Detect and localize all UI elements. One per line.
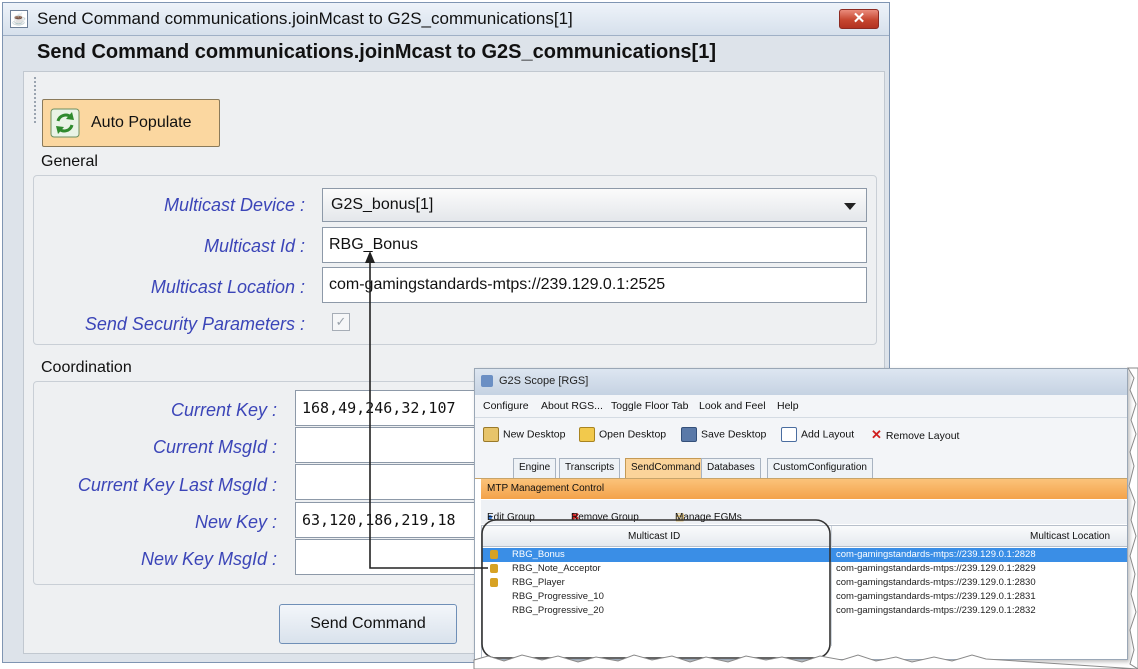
- add-layout-icon: [781, 427, 797, 442]
- multicast-id-field[interactable]: RBG_Bonus: [322, 227, 867, 263]
- send-command-button[interactable]: Send Command: [279, 604, 457, 644]
- table-row[interactable]: RBG_Note_Acceptor com-gamingstandards-mtp…: [482, 562, 1127, 576]
- scope-title: G2S Scope [RGS]: [499, 375, 589, 387]
- current-key-field[interactable]: 168,49,246,32,107: [295, 390, 475, 426]
- menu-about[interactable]: About RGS...: [541, 400, 603, 412]
- current-msgid-field[interactable]: [295, 427, 475, 463]
- table-header: Multicast ID Multicast Location: [482, 526, 1127, 547]
- app-icon: [481, 375, 493, 387]
- tab-databases[interactable]: Databases: [701, 458, 761, 478]
- new-desktop-icon: [483, 427, 499, 442]
- multicast-id-cell: RBG_Bonus: [512, 549, 565, 560]
- edit-group-label: Edit Group: [487, 512, 535, 523]
- multicast-id-cell: RBG_Progressive_20: [512, 605, 604, 616]
- page-title: Send Command communications.joinMcast to…: [37, 41, 716, 63]
- multicast-id-cell: RBG_Note_Acceptor: [512, 563, 601, 574]
- multicast-device-value: G2S_bonus[1]: [331, 196, 434, 213]
- column-multicast-id[interactable]: Multicast ID: [628, 531, 680, 542]
- coordination-section-label: Coordination: [41, 359, 132, 376]
- new-key-msgid-label: New Key MsgId :: [140, 549, 277, 569]
- toolbar-grip[interactable]: [34, 77, 40, 123]
- multicast-location-cell: com-gamingstandards-mtps://239.129.0.1:2…: [836, 563, 1036, 574]
- save-desktop-label: Save Desktop: [701, 428, 767, 441]
- table-row[interactable]: RBG_Progressive_20 com-gamingstandards-mt…: [482, 604, 1127, 618]
- add-layout-label: Add Layout: [801, 428, 855, 441]
- dialog-title: Send Command communications.joinMcast to…: [37, 9, 573, 28]
- close-button[interactable]: ✕: [839, 9, 879, 29]
- lock-icon: [490, 550, 498, 559]
- g2s-scope-window: G2S Scope [RGS] Configure About RGS... T…: [474, 368, 1128, 660]
- remove-layout-button[interactable]: ✕ Remove Layout: [871, 427, 959, 443]
- scope-toolbar: New Desktop Open Desktop Save Desktop Ad…: [475, 418, 1127, 452]
- remove-icon: ✕: [871, 427, 882, 442]
- multicast-location-field[interactable]: com-gamingstandards-mtps://239.129.0.1:2…: [322, 267, 867, 303]
- column-multicast-location[interactable]: Multicast Location: [1030, 531, 1110, 542]
- refresh-icon: [50, 108, 80, 138]
- new-key-field[interactable]: 63,120,186,219,18: [295, 502, 475, 538]
- multicast-table: Multicast ID Multicast Location RBG_Bonu…: [481, 525, 1127, 659]
- multicast-location-cell: com-gamingstandards-mtps://239.129.0.1:2…: [836, 577, 1036, 588]
- new-desktop-label: New Desktop: [503, 428, 566, 441]
- menu-configure[interactable]: Configure: [483, 400, 529, 412]
- multicast-device-label: Multicast Device :: [163, 195, 305, 215]
- multicast-location-label: Multicast Location :: [150, 277, 305, 297]
- menu-toggle-floor-tab[interactable]: Toggle Floor Tab: [611, 400, 688, 412]
- mtp-toolbar: ● Edit Group ✖ Remove Group ▤ Manage EGM…: [481, 500, 1127, 524]
- send-security-checkbox[interactable]: ✓: [332, 313, 350, 331]
- current-msgid-label: Current MsgId :: [152, 437, 277, 457]
- lock-icon: [490, 578, 498, 587]
- multicast-location-cell: com-gamingstandards-mtps://239.129.0.1:2…: [836, 549, 1036, 560]
- torn-edge-right: [1127, 367, 1138, 669]
- scope-titlebar[interactable]: G2S Scope [RGS]: [475, 369, 1127, 395]
- multicast-id-label: Multicast Id :: [203, 236, 305, 256]
- tab-transcripts[interactable]: Transcripts: [559, 458, 621, 478]
- current-key-label: Current Key :: [170, 400, 277, 420]
- checkmark-icon: ✓: [335, 314, 347, 329]
- add-layout-button[interactable]: Add Layout: [781, 427, 854, 442]
- current-key-last-msgid-label: Current Key Last MsgId :: [77, 475, 277, 495]
- scope-tab-strip: Engine Transcripts SendCommand Databases…: [475, 452, 1127, 479]
- menu-look-and-feel[interactable]: Look and Feel: [699, 400, 766, 412]
- close-icon: ✕: [852, 10, 866, 27]
- tab-engine[interactable]: Engine: [513, 458, 557, 478]
- multicast-id-cell: RBG_Progressive_10: [512, 591, 604, 602]
- tab-sendcommand[interactable]: SendCommand: [625, 458, 707, 478]
- java-cup-icon: ☕: [10, 10, 28, 28]
- remove-layout-label: Remove Layout: [885, 430, 960, 442]
- remove-group-label: Remove Group: [571, 512, 639, 523]
- multicast-location-cell: com-gamingstandards-mtps://239.129.0.1:2…: [836, 605, 1036, 616]
- auto-populate-label: Auto Populate: [91, 114, 192, 131]
- lock-icon: [490, 564, 498, 573]
- table-row[interactable]: RBG_Progressive_10 com-gamingstandards-mt…: [482, 590, 1127, 604]
- multicast-id-cell: RBG_Player: [512, 577, 565, 588]
- mtp-panel-title: MTP Management Control: [481, 479, 1127, 499]
- menu-help[interactable]: Help: [777, 400, 799, 412]
- open-desktop-label: Open Desktop: [599, 428, 667, 441]
- new-key-msgid-field[interactable]: [295, 539, 475, 575]
- chevron-down-icon: [844, 203, 856, 210]
- folder-icon: [579, 427, 595, 442]
- current-key-last-msgid-field[interactable]: [295, 464, 475, 500]
- new-key-label: New Key :: [194, 512, 277, 532]
- open-desktop-button[interactable]: Open Desktop: [579, 427, 666, 442]
- scope-menubar: Configure About RGS... Toggle Floor Tab …: [475, 395, 1127, 418]
- multicast-location-cell: com-gamingstandards-mtps://239.129.0.1:2…: [836, 591, 1036, 602]
- multicast-device-select[interactable]: G2S_bonus[1]: [322, 188, 867, 222]
- manage-egms-label: Manage EGMs: [675, 512, 742, 523]
- dialog-titlebar[interactable]: ☕ Send Command communications.joinMcast …: [3, 3, 889, 36]
- new-desktop-button[interactable]: New Desktop: [483, 427, 565, 442]
- auto-populate-button[interactable]: Auto Populate: [42, 99, 220, 147]
- table-row[interactable]: RBG_Bonus com-gamingstandards-mtps://239.…: [482, 548, 1127, 562]
- send-security-label: Send Security Parameters :: [84, 314, 305, 334]
- tab-customconfiguration[interactable]: CustomConfiguration: [767, 458, 873, 478]
- table-row[interactable]: RBG_Player com-gamingstandards-mtps://239…: [482, 576, 1127, 590]
- save-icon: [681, 427, 697, 442]
- general-section-label: General: [41, 153, 98, 170]
- save-desktop-button[interactable]: Save Desktop: [681, 427, 766, 442]
